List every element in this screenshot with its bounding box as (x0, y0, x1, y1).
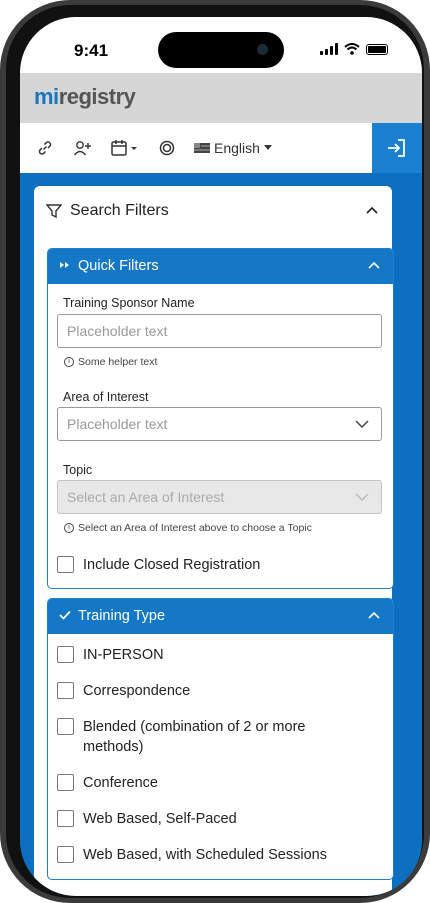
sponsor-helper: i Some helper text (64, 356, 157, 368)
calendar-icon[interactable] (110, 137, 140, 159)
checkbox[interactable] (57, 646, 74, 663)
training-type-option[interactable]: Conference (57, 773, 377, 793)
toolbar: English (20, 123, 422, 174)
training-type-header[interactable]: Training Type (48, 599, 393, 634)
option-label: Web Based, Self-Paced (83, 811, 237, 827)
dynamic-island (158, 32, 284, 68)
status-time: 9:41 (74, 41, 109, 60)
wifi-icon (344, 43, 360, 55)
screen: 9:41 miregistry English Search Filters Q… (20, 17, 422, 896)
caret-down-icon (263, 145, 272, 150)
search-filters-header[interactable]: Search Filters (34, 186, 392, 238)
checkbox[interactable] (57, 718, 74, 735)
training-type-option[interactable]: Web Based, with Scheduled Sessions (57, 845, 377, 865)
chevron-up-icon[interactable] (366, 206, 378, 214)
badge-icon[interactable] (156, 137, 178, 159)
sponsor-helper-text: Some helper text (78, 356, 158, 368)
area-of-interest-label: Area of Interest (63, 390, 149, 404)
checkbox[interactable] (57, 682, 74, 699)
option-label: IN-PERSON (83, 647, 164, 663)
training-type-title: Training Type (78, 608, 166, 624)
option-label: Conference (83, 775, 158, 791)
search-filters-card: Search Filters Quick Filters Training Sp… (34, 186, 394, 896)
area-of-interest-select[interactable]: Placeholder text (57, 407, 382, 441)
search-filters-title: Search Filters (70, 202, 169, 219)
chevron-up-icon (368, 261, 380, 269)
topic-label: Topic (63, 463, 93, 477)
option-label: Blended (combination of 2 or more method… (83, 719, 306, 755)
training-type-option[interactable]: IN-PERSON (57, 645, 377, 665)
battery-icon (366, 43, 388, 55)
quick-filters-title: Quick Filters (78, 258, 159, 274)
info-icon: i (64, 357, 74, 367)
language-label: English (214, 140, 260, 156)
checkbox[interactable] (57, 774, 74, 791)
add-user-icon[interactable] (72, 137, 94, 159)
include-closed-checkbox[interactable]: Include Closed Registration (57, 555, 377, 575)
quick-filters-panel: Quick Filters Training Sponsor Name Plac… (47, 248, 394, 589)
filter-icon (46, 204, 62, 219)
checkbox[interactable] (57, 810, 74, 827)
login-icon (388, 139, 405, 157)
include-closed-label: Include Closed Registration (83, 557, 261, 573)
flag-icon (194, 143, 210, 153)
logo-registry: registry (58, 84, 136, 109)
camera-icon (257, 44, 268, 55)
main-content: Search Filters Quick Filters Training Sp… (20, 173, 422, 896)
info-icon: i (64, 523, 74, 533)
login-button[interactable] (372, 123, 422, 173)
sponsor-name-label: Training Sponsor Name (63, 296, 195, 310)
training-type-panel: Training Type IN-PERSON Correspondence B… (47, 598, 394, 880)
topic-helper: i Select an Area of Interest above to ch… (64, 522, 312, 534)
miregistry-logo[interactable]: miregistry (34, 84, 136, 110)
training-type-option[interactable]: Web Based, Self-Paced (57, 809, 377, 829)
link-icon[interactable] (34, 137, 56, 159)
language-selector[interactable]: English (194, 140, 272, 156)
checkbox[interactable] (57, 556, 74, 573)
chevron-down-icon (355, 420, 369, 428)
check-icon (59, 610, 71, 620)
topic-placeholder: Select an Area of Interest (67, 489, 225, 505)
signal-icon (320, 43, 338, 55)
training-type-option[interactable]: Correspondence (57, 681, 377, 701)
logo-mi: mi (34, 84, 59, 109)
phone-frame: 9:41 miregistry English Search Filters Q… (0, 0, 430, 903)
checkbox[interactable] (57, 846, 74, 863)
sponsor-name-input[interactable]: Placeholder text (57, 314, 382, 348)
option-label: Correspondence (83, 683, 191, 699)
brand-bar: miregistry (20, 73, 422, 123)
phone-bezel: 9:41 miregistry English Search Filters Q… (6, 5, 424, 898)
training-type-option[interactable]: Blended (combination of 2 or more method… (57, 717, 377, 757)
chevron-up-icon (368, 611, 380, 619)
topic-helper-text: Select an Area of Interest above to choo… (78, 522, 312, 534)
quick-filters-header[interactable]: Quick Filters (48, 249, 393, 284)
area-placeholder: Placeholder text (67, 416, 168, 432)
status-bar: 9:41 (20, 17, 422, 73)
fast-forward-icon (60, 262, 69, 268)
chevron-down-icon (355, 493, 369, 501)
option-label: Web Based, with Scheduled Sessions (83, 847, 327, 863)
status-icons (320, 43, 388, 55)
topic-select[interactable]: Select an Area of Interest (57, 480, 382, 514)
